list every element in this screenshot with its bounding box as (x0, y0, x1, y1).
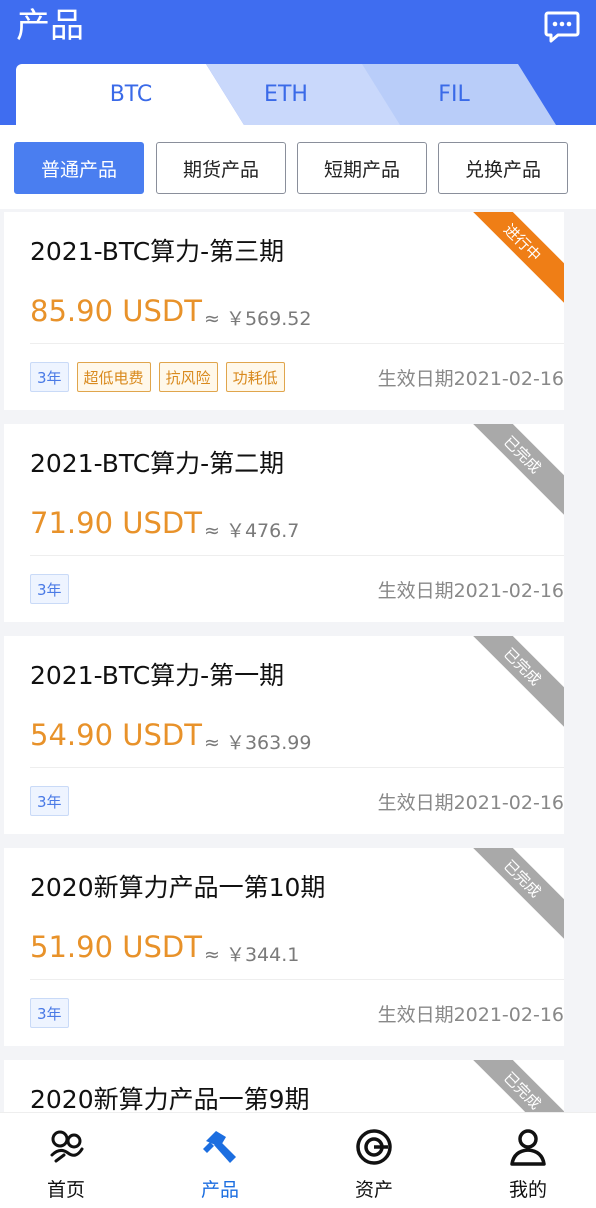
status-ribbon: 已完成 (452, 636, 564, 737)
nav-label: 我的 (508, 1179, 547, 1201)
home-icon (50, 1130, 84, 1163)
product-card[interactable]: 2021-BTC算力-第一期 54.90 USDT ≈ ￥363.99 3年 生… (4, 636, 564, 834)
product-tags: 3年 (30, 786, 69, 816)
product-filter-bar: 普通产品 期货产品 短期产品 兑换产品 (0, 125, 596, 209)
feature-tag: 超低电费 (76, 362, 151, 392)
product-cny-price: ≈ ￥363.99 (204, 732, 312, 754)
product-price: 85.90 USDT (30, 294, 202, 328)
nav-label: 产品 (200, 1179, 239, 1201)
divider (30, 555, 564, 556)
nav-products[interactable]: 产品 (160, 1113, 280, 1208)
nav-label: 资产 (354, 1179, 393, 1201)
product-card[interactable]: 2021-BTC算力-第三期 85.90 USDT ≈ ￥569.52 3年 超… (4, 212, 564, 410)
tab-btc[interactable]: BTC (16, 64, 246, 125)
coin-tabs: BTC ETH FIL (16, 64, 576, 125)
tab-fil[interactable]: FIL (376, 64, 532, 125)
effective-date: 生效日期2021-02-16 (377, 580, 564, 602)
nav-assets[interactable]: 资产 (314, 1113, 434, 1208)
product-title: 2021-BTC算力-第三期 (30, 237, 285, 266)
product-card[interactable]: 2020新算力产品一第9期 已完成 (4, 1060, 564, 1112)
product-card[interactable]: 2020新算力产品一第10期 51.90 USDT ≈ ￥344.1 3年 生效… (4, 848, 564, 1046)
term-tag: 3年 (30, 574, 69, 604)
product-price: 54.90 USDT (30, 718, 202, 752)
nav-home[interactable]: 首页 (6, 1113, 126, 1208)
product-tags: 3年 (30, 998, 69, 1028)
product-cny-price: ≈ ￥476.7 (204, 520, 300, 542)
nav-mine[interactable]: 我的 (468, 1113, 588, 1208)
status-ribbon: 已完成 (452, 1060, 564, 1112)
effective-date: 生效日期2021-02-16 (377, 1004, 564, 1026)
bottom-nav: 首页 产品 资产 我的 (0, 1112, 596, 1208)
product-tags: 3年 (30, 574, 69, 604)
asset-icon (356, 1129, 392, 1165)
nav-label: 首页 (46, 1179, 85, 1201)
page-title: 产品 (16, 6, 84, 46)
filter-futures-products[interactable]: 期货产品 (156, 142, 286, 194)
term-tag: 3年 (30, 362, 69, 392)
status-ribbon: 进行中 (452, 212, 564, 313)
product-price: 71.90 USDT (30, 506, 202, 540)
tab-eth[interactable]: ETH (216, 64, 356, 125)
product-cny-price: ≈ ￥569.52 (204, 308, 312, 330)
effective-date: 生效日期2021-02-16 (377, 792, 564, 814)
product-tags: 3年 超低电费 抗风险 功耗低 (30, 362, 285, 392)
product-title: 2020新算力产品一第10期 (30, 873, 326, 902)
product-hammer-icon (203, 1131, 236, 1163)
chat-bubble-icon[interactable] (544, 8, 580, 44)
product-cny-price: ≈ ￥344.1 (204, 944, 300, 966)
divider (30, 767, 564, 768)
filter-exchange-products[interactable]: 兑换产品 (438, 142, 568, 194)
filter-normal-products[interactable]: 普通产品 (14, 142, 144, 194)
feature-tag: 抗风险 (158, 362, 218, 392)
status-ribbon: 已完成 (452, 848, 564, 949)
term-tag: 3年 (30, 786, 69, 816)
term-tag: 3年 (30, 998, 69, 1028)
divider (30, 979, 564, 980)
product-title: 2020新算力产品一第9期 (30, 1085, 310, 1112)
status-ribbon: 已完成 (452, 424, 564, 525)
feature-tag: 功耗低 (225, 362, 285, 392)
product-price: 51.90 USDT (30, 930, 202, 964)
product-title: 2021-BTC算力-第二期 (30, 449, 285, 478)
divider (30, 343, 564, 344)
header: 产品 BTC ETH FIL (0, 0, 596, 125)
filter-short-term-products[interactable]: 短期产品 (297, 142, 427, 194)
effective-date: 生效日期2021-02-16 (377, 368, 564, 390)
user-icon (510, 1129, 546, 1166)
product-card[interactable]: 2021-BTC算力-第二期 71.90 USDT ≈ ￥476.7 3年 生效… (4, 424, 564, 622)
product-title: 2021-BTC算力-第一期 (30, 661, 285, 690)
